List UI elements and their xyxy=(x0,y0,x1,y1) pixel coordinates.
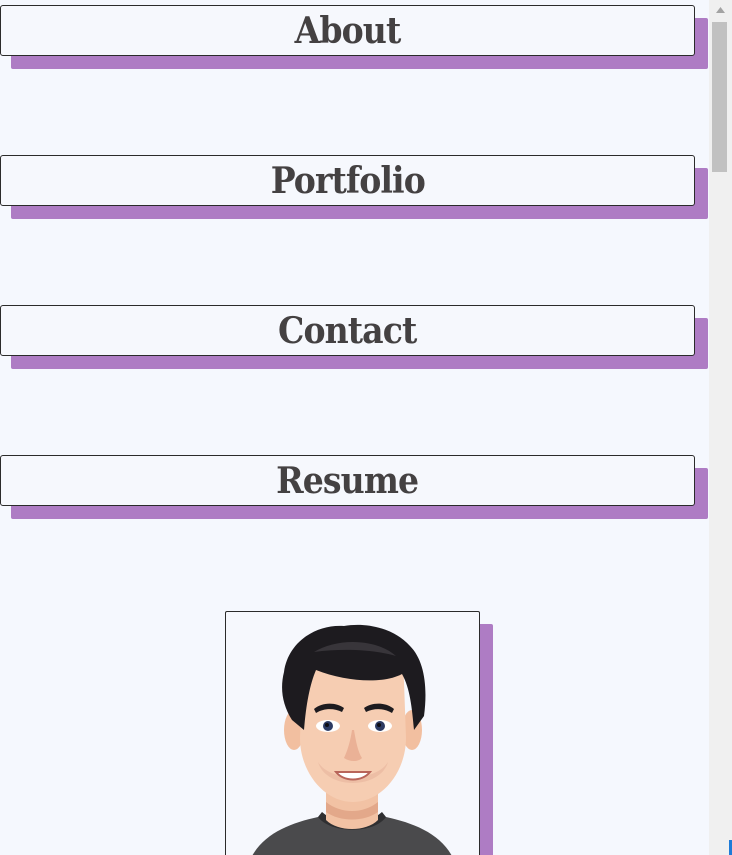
about-button[interactable]: About xyxy=(0,5,708,69)
resume-button-face[interactable]: Resume xyxy=(0,455,695,506)
contact-button-label: Contact xyxy=(278,309,417,352)
avatar-frame xyxy=(225,611,480,855)
portfolio-button-face[interactable]: Portfolio xyxy=(0,155,695,206)
contact-button[interactable]: Contact xyxy=(0,305,708,369)
portfolio-button-label: Portfolio xyxy=(270,159,425,202)
resume-button[interactable]: Resume xyxy=(0,455,708,519)
profile-avatar-card xyxy=(225,611,493,855)
scrollbar-thumb[interactable] xyxy=(712,22,727,172)
resume-button-label: Resume xyxy=(276,459,420,502)
scroll-up-arrow-icon[interactable] xyxy=(709,0,732,20)
about-button-label: About xyxy=(294,9,402,52)
vertical-scrollbar[interactable] xyxy=(709,0,732,855)
cartoon-avatar-portrait-icon xyxy=(252,624,452,855)
page-viewport: About Portfolio Contact Resume xyxy=(0,0,709,855)
portfolio-button[interactable]: Portfolio xyxy=(0,155,708,219)
about-button-face[interactable]: About xyxy=(0,5,695,56)
contact-button-face[interactable]: Contact xyxy=(0,305,695,356)
